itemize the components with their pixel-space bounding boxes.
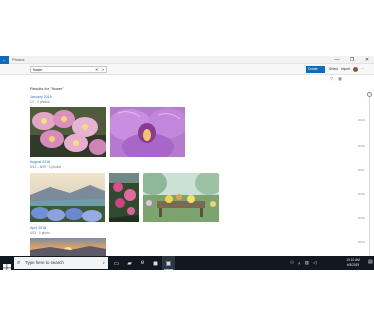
command-icons: Select Import ···: [329, 66, 364, 73]
taskbar: ⌕ Type here to search ♪ ▭ ▰ e ◼ ▣ ⚇ ˄ ▥ …: [0, 256, 374, 272]
clock[interactable]: 10:10 AM 4/5/2019: [340, 258, 366, 267]
volume-icon[interactable]: ◁: [313, 260, 316, 266]
search-icon[interactable]: ⌕: [102, 67, 104, 72]
people-icon[interactable]: ⚇: [290, 260, 294, 266]
title-bar: ← Photos — ❐ ✕: [0, 56, 374, 64]
create-button[interactable]: Create: [306, 66, 325, 73]
taskbar-search-box[interactable]: ⌕ Type here to search ♪: [14, 257, 108, 269]
results-title: Results for "flower": [30, 86, 64, 91]
search-icon: ⌕: [17, 260, 21, 266]
timeline-handle[interactable]: [367, 92, 372, 97]
edge-icon[interactable]: e: [136, 256, 149, 270]
clear-icon[interactable]: ✕: [95, 67, 98, 72]
timeline-year[interactable]: 2019: [358, 118, 365, 122]
maximize-button[interactable]: ❐: [349, 56, 355, 64]
import-button[interactable]: Import: [341, 66, 350, 73]
avatar[interactable]: [352, 67, 358, 72]
view-options: ▽ ▦: [330, 76, 342, 81]
group-date[interactable]: April 2018: [30, 226, 46, 230]
more-options-icon[interactable]: ···: [361, 66, 364, 73]
sunset-image: [30, 238, 106, 256]
photo-sunset-field[interactable]: [30, 238, 106, 256]
photo-pink-roses[interactable]: [109, 173, 139, 222]
group-count: 1/7 · 2 photos: [30, 100, 50, 104]
timeline-scrubber[interactable]: [369, 94, 370, 260]
create-label: Create: [308, 67, 318, 71]
roses-image: [109, 173, 139, 222]
group-date[interactable]: January 2019: [30, 95, 52, 99]
group-count: 4/23 · 1 photo: [30, 231, 50, 235]
timeline-year[interactable]: 2015: [358, 216, 365, 220]
app-title: Photos: [12, 57, 25, 62]
minimize-button[interactable]: —: [334, 56, 340, 64]
purple-orchid-image: [110, 107, 185, 157]
photos-app-window: ← Photos — ❐ ✕ ✕ ⌕ Create Select Import …: [0, 56, 374, 272]
hydrangea-image: [30, 173, 105, 222]
task-view-icon[interactable]: ▭: [110, 256, 123, 270]
timeline-year[interactable]: 2018: [358, 144, 365, 148]
timeline-year[interactable]: 2014: [358, 240, 365, 244]
chevron-up-icon[interactable]: ˄: [298, 261, 301, 266]
photo-garden-bench[interactable]: [143, 173, 219, 222]
store-icon[interactable]: ◼: [149, 256, 162, 270]
window-controls: — ❐ ✕: [334, 56, 370, 64]
search-box[interactable]: ✕ ⌕: [30, 66, 107, 73]
photo-hydrangea-sunset[interactable]: [30, 173, 105, 222]
taskbar-apps: ▭ ▰ e ◼ ▣: [110, 256, 175, 270]
command-bar: ✕ ⌕ Create Select Import ···: [0, 64, 374, 75]
system-tray: ⚇ ˄ ▥ ◁: [290, 256, 316, 270]
windows-start-icon[interactable]: [3, 259, 11, 272]
microphone-icon[interactable]: ♪: [103, 258, 106, 268]
group-count: 8/14 – 8/29 · 3 photos: [30, 165, 62, 169]
filter-icon[interactable]: ▽: [330, 76, 333, 81]
close-button[interactable]: ✕: [364, 56, 370, 64]
garden-image: [143, 173, 219, 222]
photos-app-icon[interactable]: ▣: [162, 256, 175, 270]
notifications-icon[interactable]: ▤: [368, 259, 373, 265]
group-date[interactable]: August 2018: [30, 160, 50, 164]
back-arrow-icon[interactable]: ←: [0, 56, 9, 64]
taskbar-search-placeholder: Type here to search: [25, 260, 64, 265]
orchids-image: [30, 107, 106, 157]
photo-pink-orchids[interactable]: [30, 107, 106, 157]
windows-logo-icon: [3, 264, 11, 272]
select-button[interactable]: Select: [329, 66, 338, 73]
photo-purple-orchid[interactable]: [110, 107, 185, 157]
timeline-year[interactable]: 2016: [358, 192, 365, 196]
search-input[interactable]: [33, 67, 85, 72]
view-size-icon[interactable]: ▦: [338, 76, 342, 81]
clock-date: 4/5/2019: [346, 262, 360, 267]
file-explorer-icon[interactable]: ▰: [123, 256, 136, 270]
network-icon[interactable]: ▥: [305, 260, 309, 266]
timeline-year[interactable]: 2017: [358, 168, 365, 172]
